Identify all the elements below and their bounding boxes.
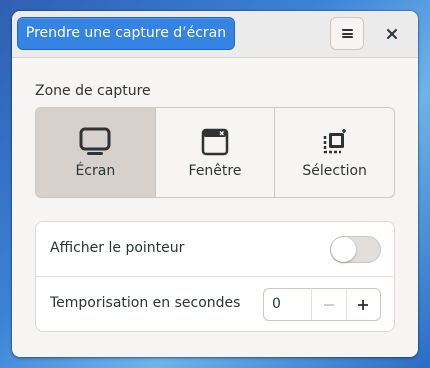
close-button[interactable] bbox=[378, 20, 406, 48]
increment-button[interactable] bbox=[345, 289, 380, 320]
take-screenshot-button[interactable]: Prendre une capture d’écran bbox=[17, 17, 235, 50]
minus-icon bbox=[323, 303, 334, 306]
mode-window-label: Fenêtre bbox=[188, 163, 242, 179]
close-icon bbox=[387, 29, 397, 39]
mode-selection-button[interactable]: Sélection bbox=[275, 108, 394, 197]
header-bar: Prendre une capture d’écran bbox=[12, 11, 418, 58]
plus-icon bbox=[358, 299, 369, 310]
mode-selection-label: Sélection bbox=[302, 163, 367, 179]
capture-area-label: Zone de capture bbox=[35, 83, 151, 99]
delay-spinbutton: 0 bbox=[263, 288, 381, 321]
show-pointer-label: Afficher le pointeur bbox=[50, 240, 185, 256]
window-icon bbox=[201, 128, 229, 156]
delay-row: Temporisation en secondes 0 bbox=[36, 277, 394, 332]
mode-screen-label: Écran bbox=[75, 163, 116, 179]
show-pointer-row: Afficher le pointeur bbox=[36, 222, 394, 277]
mode-window-button[interactable]: Fenêtre bbox=[156, 108, 276, 197]
screen-icon bbox=[79, 127, 111, 155]
decrement-button[interactable] bbox=[311, 289, 345, 320]
main-menu-button[interactable] bbox=[330, 17, 364, 50]
mode-screen-button[interactable]: Écran bbox=[36, 108, 156, 197]
options-list: Afficher le pointeur Temporisation en se… bbox=[35, 221, 395, 332]
screenshot-window: Prendre une capture d’écran Zone de capt… bbox=[12, 11, 418, 357]
selection-icon bbox=[323, 129, 346, 154]
toggle-knob bbox=[331, 237, 356, 262]
delay-value-input[interactable]: 0 bbox=[264, 289, 311, 320]
show-pointer-toggle[interactable] bbox=[330, 236, 381, 263]
delay-label: Temporisation en secondes bbox=[50, 295, 241, 311]
capture-mode-group: Écran Fenêtre Sélection bbox=[35, 107, 395, 198]
hamburger-menu-icon bbox=[341, 29, 353, 38]
